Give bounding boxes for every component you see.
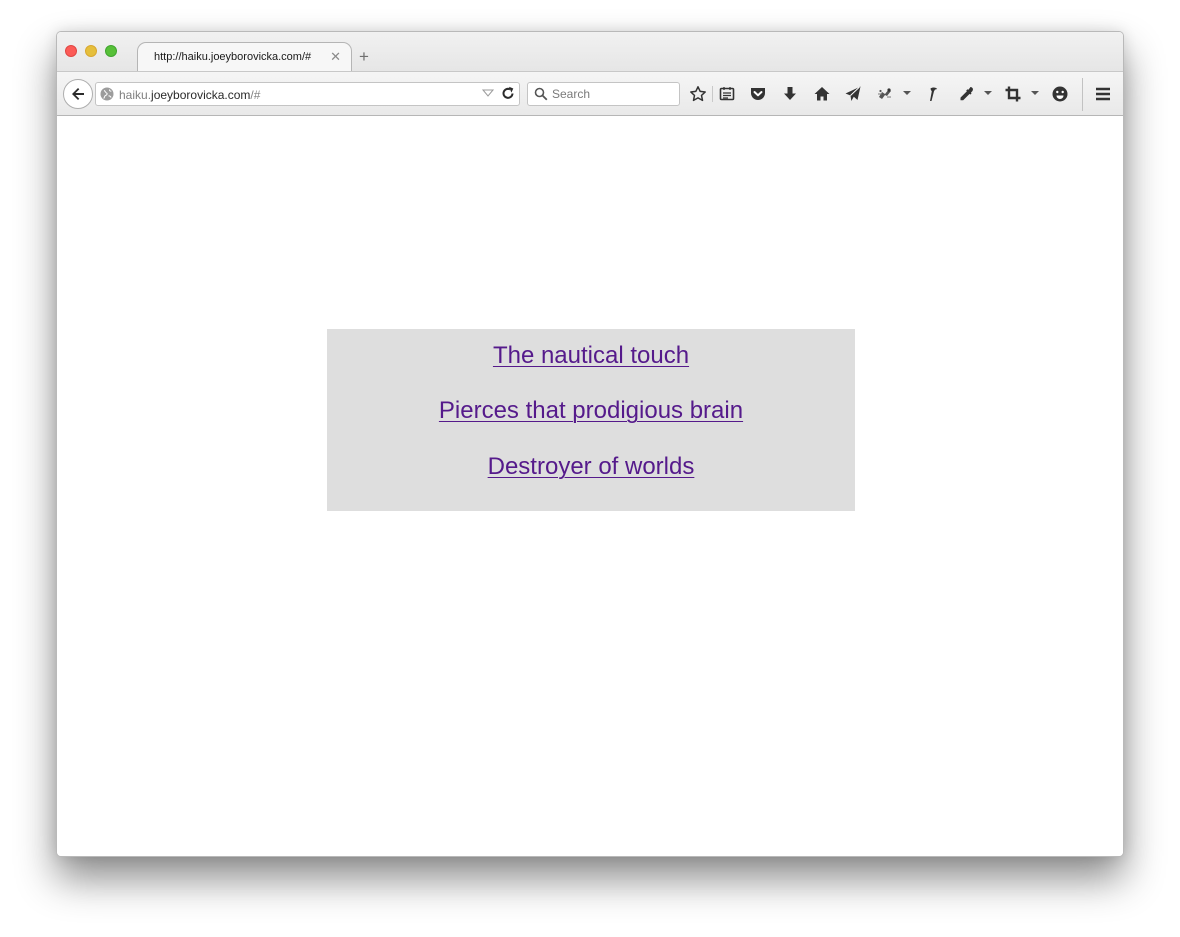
url-domain: joeyborovicka.com (151, 88, 251, 102)
download-icon[interactable] (780, 84, 800, 104)
home-icon[interactable] (812, 84, 832, 104)
haiku-line-3-link[interactable]: Destroyer of worlds (327, 452, 855, 482)
reading-list-icon[interactable] (717, 84, 737, 104)
toolbar-separator (1082, 78, 1083, 111)
send-icon[interactable] (843, 84, 863, 104)
history-dropdown-icon[interactable] (482, 87, 494, 99)
haiku-line-3-text: Destroyer of worlds (487, 453, 695, 480)
url-text: haiku.joeyborovicka.com/# (119, 88, 260, 102)
search-icon (534, 87, 548, 101)
eyedropper-icon[interactable] (956, 84, 976, 104)
extension-dropdown[interactable] (903, 91, 911, 95)
url-path: /# (250, 88, 261, 102)
crop-dropdown[interactable] (1031, 91, 1039, 95)
close-tab-icon[interactable]: ✕ (330, 49, 341, 65)
zoom-window-button[interactable] (105, 45, 117, 57)
hammer-icon[interactable] (923, 84, 943, 104)
page-content: The nautical touch Pierces that prodigio… (57, 116, 1123, 856)
toolbar-separator (712, 86, 713, 102)
new-tab-button[interactable]: + (359, 48, 369, 66)
url-bar[interactable]: haiku.joeyborovicka.com/# (95, 82, 520, 106)
haiku-line-1-text: The nautical touch (492, 342, 690, 369)
haiku-line-2-text: Pierces that prodigious brain (438, 397, 744, 424)
back-button[interactable] (63, 79, 93, 109)
tab-title: http://haiku.joeyborovicka.com/# (154, 51, 312, 63)
haiku-line-1-link[interactable]: The nautical touch (327, 341, 855, 371)
hamburger-menu-icon[interactable] (1093, 84, 1113, 104)
tab-strip: http://haiku.joeyborovicka.com/# ✕ + (57, 32, 1123, 72)
haiku-box: The nautical touch Pierces that prodigio… (327, 329, 855, 511)
search-input[interactable] (552, 86, 672, 102)
back-arrow-icon (72, 88, 84, 100)
emoji-icon[interactable] (1050, 84, 1070, 104)
extension-icon[interactable] (875, 84, 895, 104)
browser-window: http://haiku.joeyborovicka.com/# ✕ + hai… (56, 31, 1124, 857)
navigation-toolbar: haiku.joeyborovicka.com/# (57, 71, 1123, 116)
minimize-window-button[interactable] (85, 45, 97, 57)
crop-icon[interactable] (1003, 84, 1023, 104)
tab-active[interactable]: http://haiku.joeyborovicka.com/# ✕ (137, 42, 352, 72)
close-window-button[interactable] (65, 45, 77, 57)
search-bar[interactable] (527, 82, 680, 106)
haiku-line-2-link[interactable]: Pierces that prodigious brain (327, 396, 855, 426)
reload-icon[interactable] (500, 86, 516, 102)
pocket-icon[interactable] (748, 84, 768, 104)
eyedropper-dropdown[interactable] (984, 91, 992, 95)
globe-icon (100, 87, 114, 101)
url-subdomain: haiku. (119, 88, 152, 102)
bookmark-star-icon[interactable] (688, 84, 708, 104)
